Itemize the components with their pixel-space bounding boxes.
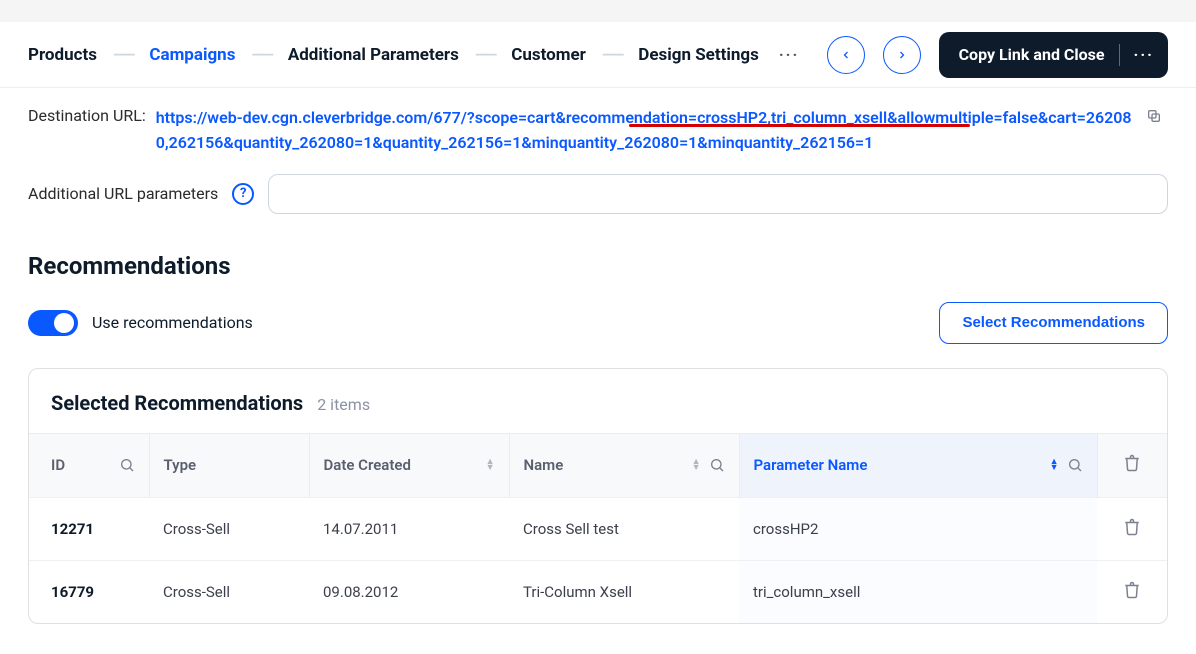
search-icon[interactable] [119, 457, 135, 473]
table-row[interactable]: 16779 Cross-Sell 09.08.2012 Tri-Column X… [29, 560, 1167, 623]
selected-recommendations-card: Selected Recommendations 2 items ID Type [28, 368, 1168, 624]
delete-row-button[interactable] [1123, 518, 1141, 536]
column-name[interactable]: Name ▲▼ [509, 433, 739, 497]
tabs-overflow-icon[interactable]: ··· [759, 45, 809, 64]
sort-icon[interactable]: ▲▼ [1050, 459, 1059, 471]
trash-icon[interactable] [1123, 454, 1141, 472]
column-type-label: Type [164, 456, 197, 474]
more-actions-icon[interactable]: ··· [1134, 45, 1154, 64]
copy-icon [1146, 108, 1162, 124]
column-parameter-name[interactable]: Parameter Name ▲▼ [739, 433, 1097, 497]
chevron-left-icon [840, 49, 852, 61]
cell-type: Cross-Sell [149, 497, 309, 560]
table-header-row: ID Type Date Created ▲▼ [29, 433, 1167, 497]
card-title: Selected Recommendations [51, 391, 303, 415]
chevron-right-icon [896, 49, 908, 61]
recommendations-table: ID Type Date Created ▲▼ [29, 433, 1167, 623]
cell-param: tri_column_xsell [739, 560, 1097, 623]
sort-icon[interactable]: ▲▼ [486, 459, 495, 471]
cell-name: Tri-Column Xsell [509, 560, 739, 623]
copy-link-close-label: Copy Link and Close [959, 45, 1105, 64]
cell-actions [1097, 560, 1167, 623]
cell-type: Cross-Sell [149, 560, 309, 623]
delete-row-button[interactable] [1123, 581, 1141, 599]
column-date[interactable]: Date Created ▲▼ [309, 433, 509, 497]
cell-date: 09.08.2012 [309, 560, 509, 623]
url-params-input[interactable] [268, 174, 1168, 214]
tab-products[interactable]: Products [28, 45, 97, 65]
destination-url-text: https://web-dev.cgn.cleverbridge.com/677… [156, 108, 1132, 152]
cell-date: 14.07.2011 [309, 497, 509, 560]
column-id-label: ID [51, 456, 65, 474]
nav-controls: Copy Link and Close ··· [827, 32, 1168, 78]
card-item-count: 2 items [317, 395, 370, 414]
cell-param: crossHP2 [739, 497, 1097, 560]
search-icon[interactable] [1067, 457, 1083, 473]
content-area: Destination URL: https://web-dev.cgn.cle… [0, 88, 1196, 654]
destination-url-label: Destination URL: [28, 106, 146, 125]
url-params-label: Additional URL parameters [28, 184, 218, 203]
button-divider [1119, 44, 1120, 66]
recommendations-toggle-row: Use recommendations Select Recommendatio… [28, 302, 1168, 344]
tab-separator: —— [97, 45, 149, 64]
use-recommendations-label: Use recommendations [92, 313, 253, 332]
nav-tabs: Products —— Campaigns —— Additional Para… [28, 45, 823, 65]
tab-design-settings[interactable]: Design Settings [638, 45, 759, 65]
copy-url-button[interactable] [1146, 108, 1168, 130]
nav-bar: Products —— Campaigns —— Additional Para… [0, 22, 1196, 88]
use-recommendations-toggle[interactable] [28, 310, 78, 336]
sort-icon[interactable]: ▲▼ [692, 459, 701, 471]
column-name-label: Name [524, 456, 564, 474]
column-id[interactable]: ID [29, 433, 149, 497]
tab-additional-parameters[interactable]: Additional Parameters [288, 45, 459, 65]
column-date-label: Date Created [324, 456, 411, 474]
column-type[interactable]: Type [149, 433, 309, 497]
select-recommendations-button[interactable]: Select Recommendations [939, 302, 1168, 344]
card-header: Selected Recommendations 2 items [29, 391, 1167, 433]
url-highlight-annotation [629, 124, 970, 127]
prev-button[interactable] [827, 36, 865, 74]
next-button[interactable] [883, 36, 921, 74]
cell-actions [1097, 497, 1167, 560]
cell-name: Cross Sell test [509, 497, 739, 560]
column-parameter-label: Parameter Name [754, 456, 868, 474]
cell-id: 12271 [29, 497, 149, 560]
tab-campaigns[interactable]: Campaigns [149, 45, 235, 65]
cell-id: 16779 [29, 560, 149, 623]
destination-url-row: Destination URL: https://web-dev.cgn.cle… [28, 106, 1168, 156]
column-actions [1097, 433, 1167, 497]
tab-customer[interactable]: Customer [511, 45, 586, 65]
tab-separator: —— [586, 45, 638, 64]
destination-url-link[interactable]: https://web-dev.cgn.cleverbridge.com/677… [156, 106, 1136, 156]
top-gray-bar [0, 0, 1196, 22]
help-icon[interactable]: ? [232, 183, 254, 205]
search-icon[interactable] [709, 457, 725, 473]
table-row[interactable]: 12271 Cross-Sell 14.07.2011 Cross Sell t… [29, 497, 1167, 560]
tab-separator: —— [235, 45, 287, 64]
tab-separator: —— [459, 45, 511, 64]
copy-link-close-button[interactable]: Copy Link and Close ··· [939, 32, 1168, 78]
url-params-row: Additional URL parameters ? [28, 174, 1168, 214]
toggle-knob [54, 313, 74, 333]
recommendations-title: Recommendations [28, 252, 1168, 280]
